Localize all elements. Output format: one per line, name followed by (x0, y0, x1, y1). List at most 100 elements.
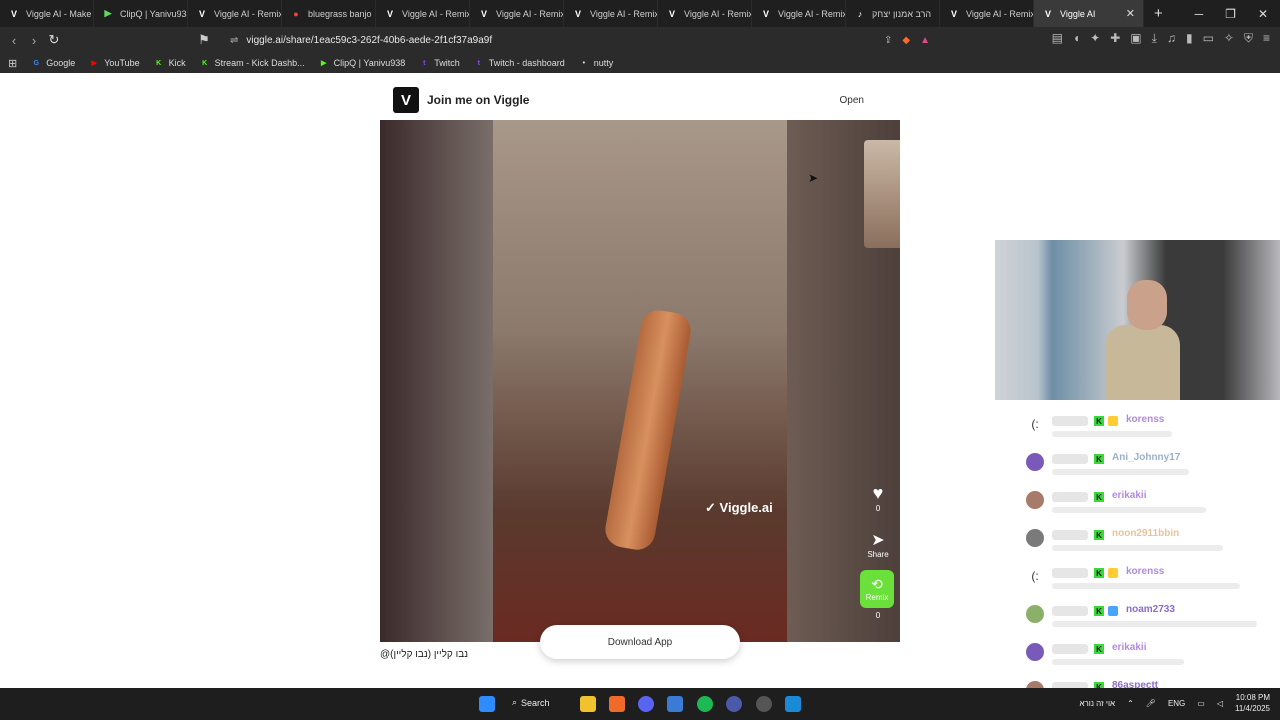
forward-icon[interactable]: › (24, 33, 44, 48)
download-app-button[interactable]: Download App (540, 625, 740, 659)
brave-icon[interactable] (609, 696, 625, 712)
leo-icon[interactable]: ✧ (1224, 31, 1234, 46)
tab-2[interactable]: V Viggle AI - Remix (188, 0, 282, 27)
bookmark-6[interactable]: t Twitch - dashboard (474, 58, 565, 68)
video-player[interactable]: ✓ Viggle.ai ♥ 0 ➤ Share ⟲ Remix 0 (380, 120, 900, 642)
mouse-cursor-icon: ➤ (808, 171, 819, 185)
tab-favicon-icon: V (574, 8, 581, 19)
tab-9[interactable]: ♪ הרב אמנון יצחק (846, 0, 940, 27)
tab-label: Viggle AI - Remix (778, 8, 846, 19)
wallet2-icon[interactable]: ▭ (1203, 31, 1214, 46)
bookmark-0[interactable]: G Google (31, 58, 75, 68)
bookmark-2[interactable]: K Kick (154, 58, 186, 68)
taskbar-search[interactable]: ⌕ Search (512, 697, 550, 708)
start-icon[interactable] (479, 696, 495, 712)
file-explorer-icon[interactable] (580, 696, 596, 712)
reload-icon[interactable]: ↻ (44, 32, 64, 48)
chat-avatar: (: (1031, 569, 1039, 583)
bookmark-label: Twitch - dashboard (488, 58, 565, 68)
bookmark-label: nutty (593, 58, 614, 68)
sidebar-icon[interactable]: ▮ (1186, 31, 1193, 46)
chat-avatar (1026, 453, 1044, 471)
spotify-icon[interactable] (697, 696, 713, 712)
remix-button[interactable]: ⟲ Remix (860, 570, 894, 608)
tab-label: Viggle AI - Remix (966, 8, 1034, 19)
tab-10[interactable]: V Viggle AI - Remix (940, 0, 1034, 27)
like-button[interactable]: ♥ 0 (858, 483, 898, 513)
bookmark-favicon-icon: G (33, 59, 39, 67)
apps-grid-icon[interactable]: ⊞ (8, 57, 17, 70)
vpn-icon[interactable]: ⛨ (1244, 31, 1253, 46)
brave-shield-icon[interactable]: ◆ (902, 35, 910, 46)
chat-text-line (1052, 583, 1240, 589)
new-tab-icon[interactable]: + (1154, 5, 1163, 22)
system-tray: אוי זה נורא ⌃ 🎤︎ ENG ▭ ◁ 10:08 PM 11/4/2… (1079, 692, 1270, 714)
close-tab-icon[interactable]: ✕ (1126, 7, 1135, 20)
bookmark-3[interactable]: K Stream - Kick Dashb... (200, 58, 305, 68)
media-icon[interactable]: ♫ (1167, 31, 1176, 46)
tab-favicon-icon: ♪ (857, 8, 863, 19)
extensions-icon[interactable]: ✚ (1110, 31, 1120, 46)
tab-3[interactable]: ● bluegrass banjo (282, 0, 376, 27)
bookmark-4[interactable]: ▶ ClipQ | Yanivu938 (319, 58, 405, 68)
bookmark-7[interactable]: • nutty (579, 58, 614, 68)
chat-text-line (1052, 659, 1184, 665)
share-button[interactable]: ➤ Share (858, 530, 898, 559)
tab-1[interactable]: ▶ ClipQ | Yanivu938 (94, 0, 188, 27)
download-icon[interactable]: ⤓ (1152, 31, 1157, 46)
time: 10:08 PM (1235, 693, 1270, 702)
maximize-icon[interactable]: ❐ (1225, 7, 1236, 21)
tab-8[interactable]: V Viggle AI - Remix (752, 0, 846, 27)
tray-chevron-icon[interactable]: ⌃ (1127, 699, 1134, 708)
chat-avatar: (: (1031, 417, 1039, 431)
obs-icon[interactable] (756, 696, 772, 712)
kick-badge-icon: K (1094, 454, 1104, 464)
reader-icon[interactable]: ▤ (1052, 31, 1063, 46)
url-field[interactable]: ⇌ viggle.ai/share/1eac59c3-262f-40b6-aed… (220, 30, 940, 50)
speaker-icon[interactable]: ◖ (1073, 31, 1080, 46)
bookmark-1[interactable]: ▶ YouTube (89, 58, 140, 68)
chat-badge (1052, 492, 1088, 502)
brave-rewards-icon[interactable]: ▲ (920, 35, 930, 46)
bookmark-favicon-icon: ▶ (320, 60, 327, 67)
site-info-icon[interactable]: ⇌ (230, 35, 238, 46)
tab-favicon-icon: V (1044, 8, 1051, 19)
mic-icon[interactable]: 🎤︎ (1146, 699, 1156, 708)
back-icon[interactable]: ‹ (4, 33, 24, 48)
video-thumbnail[interactable] (864, 140, 900, 248)
chat-overlay: (: Kkorenss K Ani_Johnny17 Kerikakii Knoon291… (1020, 413, 1280, 717)
send-icon: ➤ (871, 532, 885, 549)
open-button[interactable]: Open (840, 95, 864, 106)
tab-7[interactable]: V Viggle AI - Remix (658, 0, 752, 27)
tab-11[interactable]: V Viggle AI ✕ (1034, 0, 1144, 27)
chat-username: erikakii (1112, 490, 1147, 501)
tab-0[interactable]: V Viggle AI - Make (0, 0, 94, 27)
volume-icon[interactable]: ◁ (1217, 699, 1223, 708)
app2-icon[interactable] (726, 696, 742, 712)
chat-message: Knoam2733 (1020, 603, 1280, 641)
translate-icon[interactable]: ✦ (1090, 31, 1100, 46)
discord-icon[interactable] (638, 696, 654, 712)
app-icon[interactable] (667, 696, 683, 712)
close-window-icon[interactable]: ✕ (1258, 7, 1268, 21)
network-icon[interactable]: ▭ (1197, 699, 1205, 708)
tab-label: Viggle AI - Remix (590, 8, 658, 19)
tab-favicon-icon: V (762, 8, 769, 19)
tab-6[interactable]: V Viggle AI - Remix (564, 0, 658, 27)
menu-icon[interactable]: ≡ (1263, 31, 1270, 46)
tab-4[interactable]: V Viggle AI - Remix (376, 0, 470, 27)
clock[interactable]: 10:08 PM 11/4/2025 (1235, 692, 1270, 714)
bookmarks-bar: ⊞ G Google ▶ YouTube K Kick K Stream - Kick Das… (0, 53, 1280, 73)
share-page-icon[interactable]: ⇪ (884, 35, 892, 46)
minimize-icon[interactable]: ─ (1195, 7, 1204, 21)
bookmark-favicon-icon: t (477, 59, 480, 67)
wallet-icon[interactable]: ▣ (1130, 31, 1141, 46)
steam-icon[interactable] (785, 696, 801, 712)
language-indicator[interactable]: ENG (1168, 699, 1185, 708)
bookmark-5[interactable]: t Twitch (419, 58, 460, 68)
chat-badge (1052, 568, 1088, 578)
chat-badge (1052, 416, 1088, 426)
chat-message: Kerikakii (1020, 641, 1280, 679)
bookmark-icon[interactable]: ⚑ (194, 32, 214, 48)
tab-5[interactable]: V Viggle AI - Remix (470, 0, 564, 27)
